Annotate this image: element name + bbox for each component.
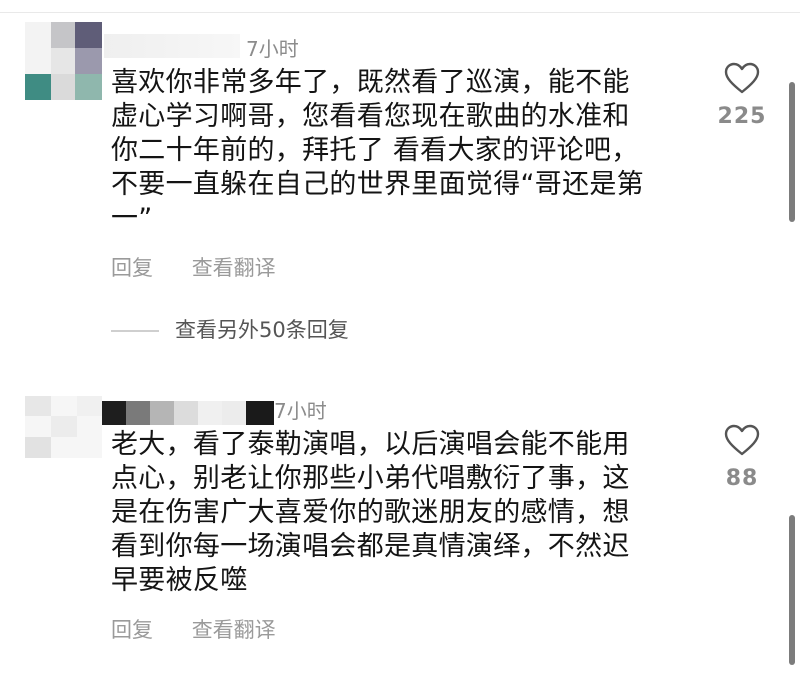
username[interactable] — [104, 34, 240, 58]
comment-text-line: 看到你每一场演唱会都是真情演绎，不然迟 — [111, 531, 630, 562]
divider-dash — [111, 330, 159, 332]
translate-button[interactable]: 查看翻译 — [192, 614, 276, 644]
heart-outline-icon — [724, 62, 760, 94]
comment-text: 老大，看了泰勒演唱，以后演唱会能不能用 点心，别老让你那些小弟代唱敷衍了事，这 … — [111, 428, 701, 598]
comment-text-line: 喜欢你非常多年了，既然看了巡演，能不能 — [111, 67, 630, 98]
view-more-replies-label: 查看另外50条回复 — [175, 318, 349, 342]
heart-outline-icon — [724, 424, 760, 456]
comment-actions: 回复 查看翻译 — [111, 614, 308, 644]
like-count: 225 — [717, 104, 767, 129]
scrollbar[interactable] — [789, 82, 795, 222]
like-button[interactable]: 88 — [712, 424, 772, 491]
scrollbar[interactable] — [789, 515, 795, 665]
view-more-replies[interactable]: 查看另外50条回复 — [111, 314, 349, 344]
comment-text-line: 不要一直躲在自己的世界里面觉得“哥还是第 — [111, 169, 644, 200]
comment-time: 7小时 — [274, 399, 327, 423]
comment-text-line: 你二十年前的，拜托了 看看大家的评论吧， — [111, 135, 639, 166]
comment-time: 7小时 — [246, 37, 299, 61]
like-count: 88 — [725, 466, 759, 491]
comment-text-line: 老大，看了泰勒演唱，以后演唱会能不能用 — [111, 429, 630, 460]
like-button[interactable]: 225 — [712, 62, 772, 129]
comment-text-line: 点心，别老让你那些小弟代唱敷衍了事，这 — [111, 463, 630, 494]
comment-text-line: 是在伤害广大喜爱你的歌迷朋友的感情，想 — [111, 497, 630, 528]
avatar[interactable] — [25, 396, 102, 458]
username[interactable] — [102, 401, 274, 425]
reply-button[interactable]: 回复 — [111, 614, 153, 644]
avatar[interactable] — [25, 22, 102, 100]
comment-actions: 回复 查看翻译 — [111, 252, 308, 282]
comment-text-line: 一” — [111, 203, 153, 234]
comment-text-line: 虚心学习啊哥，您看看您现在歌曲的水准和 — [111, 101, 630, 132]
top-divider — [0, 0, 800, 13]
translate-button[interactable]: 查看翻译 — [192, 252, 276, 282]
comment-text: 喜欢你非常多年了，既然看了巡演，能不能 虚心学习啊哥，您看看您现在歌曲的水准和 … — [111, 66, 701, 236]
comment-text-line: 早要被反噬 — [111, 565, 248, 596]
reply-button[interactable]: 回复 — [111, 252, 153, 282]
